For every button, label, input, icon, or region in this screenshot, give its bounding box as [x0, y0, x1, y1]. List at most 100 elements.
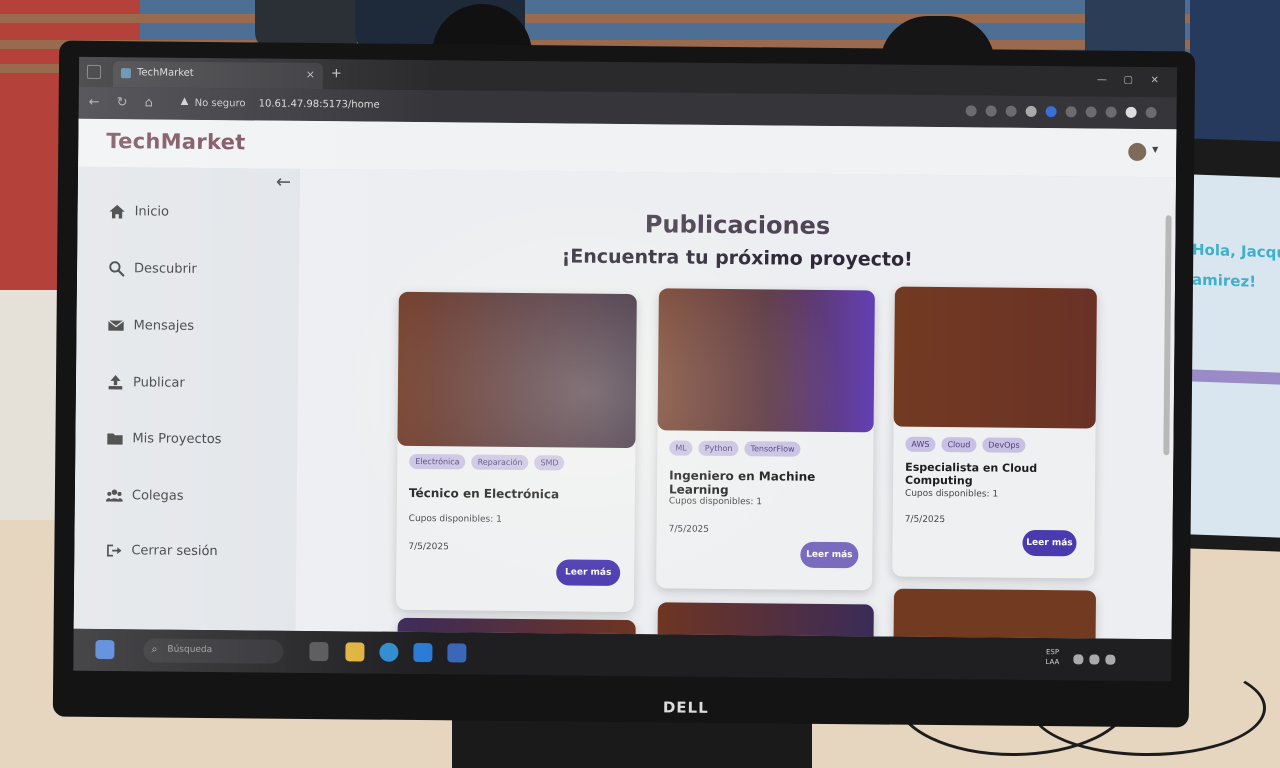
page-subtitle: ¡Encuentra tu próximo proyecto!: [561, 245, 913, 271]
card-image: [893, 588, 1097, 640]
eyedropper-icon[interactable]: [1025, 105, 1037, 117]
favicon-icon: [120, 68, 132, 79]
extension-icon[interactable]: [1065, 106, 1077, 118]
sidebar: ← Inicio Descubrir Mensajes Publicar Mis…: [73, 166, 301, 631]
search-icon: ⌕: [151, 642, 158, 656]
screen: TechMarket × + — ▢ ✕ ← ↻ ⌂ ▲ No seguro 1…: [73, 56, 1178, 682]
sidebar-item-label: Mis Proyectos: [132, 430, 222, 447]
language-indicator[interactable]: ESP LAA: [1045, 647, 1059, 667]
back-icon[interactable]: ←: [89, 95, 100, 110]
background-laptop-greeting: amirez!: [1192, 270, 1257, 291]
file-explorer-icon[interactable]: [345, 642, 365, 662]
reload-icon[interactable]: ↻: [117, 95, 128, 110]
profile-avatar[interactable]: [1125, 106, 1137, 118]
battery-icon[interactable]: [1105, 654, 1116, 665]
sidebar-item-inicio[interactable]: Inicio: [108, 200, 170, 223]
sidebar-item-mensajes[interactable]: Mensajes: [106, 314, 194, 337]
minimize-icon[interactable]: —: [1097, 75, 1107, 86]
card-tags: Electrónica Reparación SMD: [409, 453, 565, 471]
page-title: Publicaciones: [644, 210, 831, 240]
project-card[interactable]: AWS Cloud DevOps Especialista en Cloud C…: [892, 286, 1097, 579]
taskbar-search[interactable]: ⌕ Búsqueda: [143, 638, 284, 664]
vscode-icon[interactable]: [413, 642, 433, 663]
home-icon: [108, 202, 126, 220]
home-browser-icon[interactable]: ⌂: [145, 95, 153, 110]
browser-tab[interactable]: TechMarket ×: [112, 61, 324, 90]
taskbar-search-placeholder: Búsqueda: [167, 644, 213, 656]
extension-icon[interactable]: [1005, 105, 1017, 117]
sidebar-item-label: Colegas: [131, 487, 184, 504]
close-window-icon[interactable]: ✕: [1150, 75, 1158, 86]
tag-badge: AWS: [905, 436, 936, 452]
main-content: Publicaciones ¡Encuentra tu próximo proy…: [295, 168, 1177, 640]
sidebar-item-label: Cerrar sesión: [131, 542, 218, 559]
card-title: Especialista en Cloud Computing: [905, 460, 1038, 488]
card-slots: Cupos disponibles: 1: [408, 513, 502, 525]
extension-icon[interactable]: [1045, 106, 1057, 118]
read-more-button[interactable]: Leer más: [1022, 529, 1077, 557]
web-page: TechMarket ▼ ← Inicio Descubrir Mensajes…: [73, 118, 1177, 640]
read-more-button[interactable]: Leer más: [556, 559, 621, 586]
extension-icon[interactable]: [1085, 106, 1097, 118]
tag-badge: Python: [698, 440, 739, 457]
card-date: 7/5/2025: [668, 524, 710, 535]
tag-badge: Reparación: [471, 454, 529, 471]
sidebar-item-publicar[interactable]: Publicar: [106, 371, 185, 394]
sidebar-item-mis-proyectos[interactable]: Mis Proyectos: [105, 427, 222, 450]
monitor: DELL TechMarket × + — ▢ ✕ ← ↻ ⌂ ▲ No seg…: [52, 40, 1196, 728]
language-code: ESP: [1045, 648, 1060, 657]
maximize-icon[interactable]: ▢: [1123, 75, 1133, 86]
card-image: [893, 286, 1097, 429]
tag-badge: Electrónica: [409, 453, 466, 470]
sidebar-item-label: Inicio: [134, 203, 170, 220]
upload-icon: [106, 373, 124, 391]
sidebar-item-colegas[interactable]: Colegas: [105, 484, 184, 507]
tag-badge: ML: [669, 440, 693, 456]
url-input[interactable]: ▲ No seguro 10.61.47.98:5173/home: [179, 94, 879, 121]
user-avatar[interactable]: [1128, 142, 1147, 162]
monitor-brand-logo: DELL: [662, 698, 709, 717]
project-card[interactable]: Electrónica Reparación SMD Técnico en El…: [395, 291, 637, 613]
extension-icon[interactable]: [985, 105, 997, 117]
warning-icon[interactable]: ▲: [181, 96, 189, 107]
security-label: No seguro: [194, 97, 246, 110]
close-tab-icon[interactable]: ×: [306, 68, 315, 81]
folder-icon: [105, 429, 123, 447]
sidebar-item-descubrir[interactable]: Descubrir: [107, 257, 197, 280]
tag-badge: Cloud: [941, 437, 977, 453]
card-tags: ML Python TensorFlow: [669, 440, 801, 457]
start-menu-icon[interactable]: [95, 639, 115, 660]
volume-icon[interactable]: [1089, 654, 1100, 665]
task-view-icon[interactable]: [309, 641, 329, 662]
card-image: [397, 291, 637, 449]
wifi-icon[interactable]: [1073, 654, 1084, 665]
edge-browser-icon[interactable]: [379, 642, 399, 662]
bookmark-star-icon[interactable]: [1105, 106, 1117, 118]
read-more-button[interactable]: Leer más: [800, 541, 859, 569]
users-icon: [105, 486, 123, 504]
menu-dots-icon[interactable]: [1145, 106, 1157, 119]
project-card[interactable]: [893, 588, 1097, 640]
card-tags: AWS Cloud DevOps: [905, 436, 1026, 453]
chevron-down-icon[interactable]: ▼: [1152, 145, 1158, 154]
tag-badge: SMD: [534, 455, 565, 471]
envelope-icon: [106, 316, 124, 334]
logout-icon: [104, 541, 122, 559]
brand-logo[interactable]: TechMarket: [106, 129, 246, 154]
sidebar-item-cerrar-sesion[interactable]: Cerrar sesión: [104, 539, 218, 562]
keyboard-layout: LAA: [1045, 658, 1060, 667]
url-text: 10.61.47.98:5173/home: [258, 98, 380, 111]
extension-icon[interactable]: [965, 105, 977, 117]
card-date: 7/5/2025: [408, 541, 449, 553]
tab-actions-icon[interactable]: [86, 64, 102, 79]
project-card[interactable]: ML Python TensorFlow Ingeniero en Machin…: [656, 288, 875, 591]
background-laptop: Hola, Jacqueli amirez!: [1180, 138, 1280, 552]
collapse-sidebar-icon[interactable]: ←: [276, 172, 291, 193]
new-tab-icon[interactable]: +: [331, 66, 342, 81]
card-slots: Cupos disponibles: 1: [668, 496, 763, 508]
app-icon[interactable]: [447, 643, 467, 663]
search-icon: [107, 259, 125, 277]
card-title: Ingeniero en Machine Learning: [668, 468, 816, 498]
tab-title: TechMarket: [136, 67, 194, 79]
tag-badge: DevOps: [982, 437, 1026, 453]
